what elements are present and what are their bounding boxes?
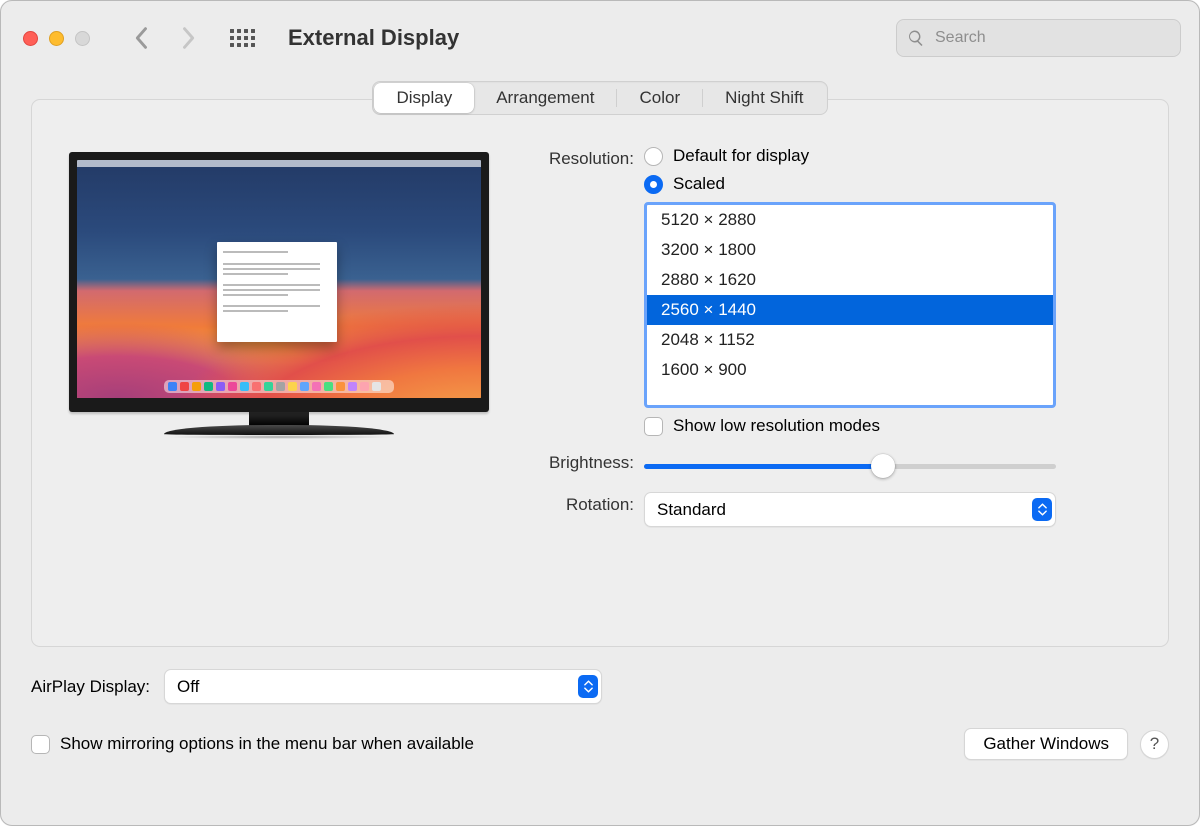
resolution-default-label: Default for display bbox=[673, 146, 809, 166]
resolution-option[interactable]: 2048 × 1152 bbox=[647, 325, 1053, 355]
rotation-label: Rotation: bbox=[514, 492, 644, 527]
resolution-list[interactable]: 5120 × 28803200 × 18002880 × 16202560 × … bbox=[644, 202, 1056, 408]
grid-icon bbox=[230, 29, 255, 47]
preview-dock-icon bbox=[164, 380, 394, 393]
preview-window-icon bbox=[217, 242, 337, 342]
tab-color[interactable]: Color bbox=[617, 83, 702, 113]
slider-fill bbox=[644, 464, 883, 469]
resolution-option[interactable]: 1600 × 900 bbox=[647, 355, 1053, 385]
resolution-option[interactable]: 2560 × 1440 bbox=[647, 295, 1053, 325]
resolution-default-radio[interactable]: Default for display bbox=[644, 146, 1136, 166]
slider-thumb[interactable] bbox=[871, 454, 895, 478]
airplay-value: Off bbox=[177, 677, 199, 697]
radio-checked-icon bbox=[644, 175, 663, 194]
airplay-dropdown[interactable]: Off bbox=[164, 669, 602, 704]
search-input[interactable] bbox=[933, 28, 1170, 48]
tab-night-shift[interactable]: Night Shift bbox=[703, 83, 825, 113]
resolution-scaled-label: Scaled bbox=[673, 174, 725, 194]
help-button[interactable]: ? bbox=[1140, 730, 1169, 759]
resolution-scaled-radio[interactable]: Scaled bbox=[644, 174, 1136, 194]
airplay-label: AirPlay Display: bbox=[31, 677, 150, 697]
resolution-option[interactable]: 3200 × 1800 bbox=[647, 235, 1053, 265]
show-all-prefs-button[interactable] bbox=[222, 21, 262, 55]
show-low-res-checkbox[interactable]: Show low resolution modes bbox=[644, 416, 1136, 436]
gather-windows-button[interactable]: Gather Windows bbox=[964, 728, 1128, 760]
nav-forward-button[interactable] bbox=[170, 21, 206, 55]
settings-column: Resolution: Default for display Scaled 5… bbox=[514, 146, 1136, 618]
dropdown-stepper-icon bbox=[578, 675, 598, 698]
titlebar: External Display bbox=[1, 1, 1199, 75]
checkbox-icon bbox=[31, 735, 50, 754]
tab-bar: Display Arrangement Color Night Shift bbox=[372, 81, 827, 115]
radio-icon bbox=[644, 147, 663, 166]
nav-back-button[interactable] bbox=[124, 21, 160, 55]
resolution-option[interactable]: 2880 × 1620 bbox=[647, 265, 1053, 295]
rotation-value: Standard bbox=[657, 500, 726, 520]
search-field[interactable] bbox=[896, 19, 1181, 57]
show-low-res-label: Show low resolution modes bbox=[673, 416, 880, 436]
resolution-option[interactable]: 5120 × 2880 bbox=[647, 205, 1053, 235]
dropdown-stepper-icon bbox=[1032, 498, 1052, 521]
brightness-slider[interactable] bbox=[644, 454, 1056, 478]
checkbox-icon bbox=[644, 417, 663, 436]
rotation-dropdown[interactable]: Standard bbox=[644, 492, 1056, 527]
bottom-area: AirPlay Display: Off Show mirroring opti… bbox=[1, 647, 1199, 760]
chevron-left-icon bbox=[135, 26, 149, 50]
mirroring-checkbox[interactable]: Show mirroring options in the menu bar w… bbox=[31, 734, 474, 754]
window-title: External Display bbox=[288, 25, 459, 51]
resolution-label: Resolution: bbox=[514, 146, 644, 436]
display-preview-column bbox=[64, 146, 494, 618]
preferences-window: External Display Display Arrangement Col… bbox=[0, 0, 1200, 826]
tab-display[interactable]: Display bbox=[374, 83, 474, 113]
close-window-button[interactable] bbox=[23, 31, 38, 46]
display-preview bbox=[69, 152, 489, 439]
zoom-window-button bbox=[75, 31, 90, 46]
search-icon bbox=[907, 29, 925, 47]
content-pane: Resolution: Default for display Scaled 5… bbox=[31, 99, 1169, 647]
mirroring-label: Show mirroring options in the menu bar w… bbox=[60, 734, 474, 754]
brightness-label: Brightness: bbox=[514, 450, 644, 478]
window-controls bbox=[23, 31, 90, 46]
minimize-window-button[interactable] bbox=[49, 31, 64, 46]
chevron-right-icon bbox=[181, 26, 195, 50]
tab-arrangement[interactable]: Arrangement bbox=[474, 83, 616, 113]
